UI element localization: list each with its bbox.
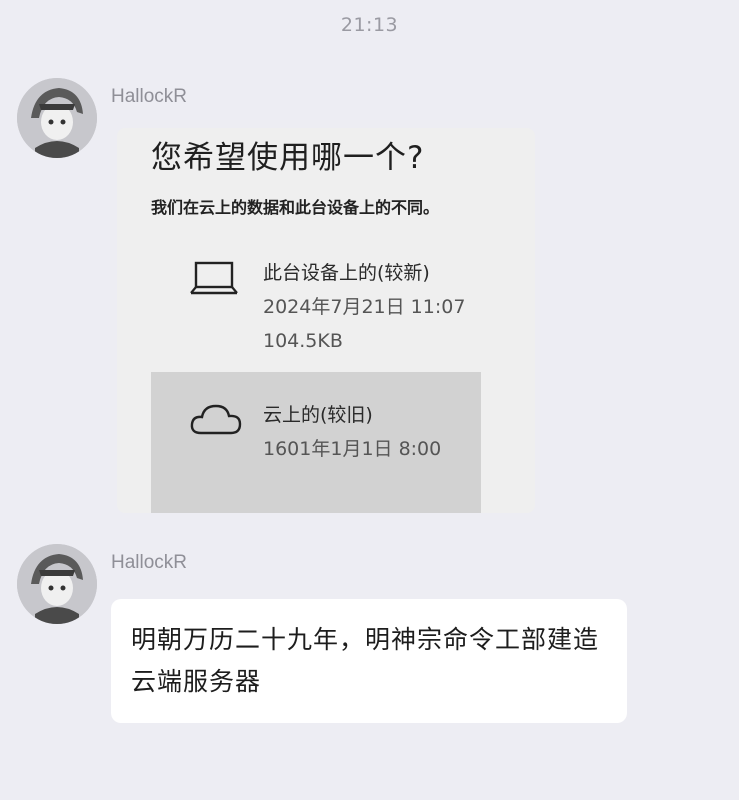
option-size: 104.5KB (263, 330, 343, 352)
timestamp: 21:13 (340, 14, 399, 36)
avatar[interactable] (17, 544, 97, 624)
avatar[interactable] (17, 78, 97, 158)
image-message[interactable]: 您希望使用哪一个? 我们在云上的数据和此台设备上的不同。 此台设备上的(较新) … (117, 128, 535, 513)
option-label: 云上的(较旧) (263, 404, 373, 426)
dialog-subtitle: 我们在云上的数据和此台设备上的不同。 (151, 198, 440, 217)
text-message-bubble[interactable]: 明朝万历二十九年，明神宗命令工部建造云端服务器 (111, 599, 627, 723)
option-date: 1601年1月1日 8:00 (263, 438, 442, 460)
message-text: 明朝万历二十九年，明神宗命令工部建造云端服务器 (131, 625, 600, 696)
option-cloud: 云上的(较旧) 1601年1月1日 8:00 (151, 372, 481, 513)
dialog-title: 您希望使用哪一个? (151, 140, 425, 176)
option-local-device: 此台设备上的(较新) 2024年7月21日 11:07 104.5KB (151, 246, 481, 354)
sender-name: HallockR (111, 552, 188, 573)
sender-name: HallockR (111, 86, 188, 107)
laptop-icon (189, 260, 239, 300)
option-date: 2024年7月21日 11:07 (263, 296, 466, 318)
cloud-icon (189, 402, 243, 436)
option-label: 此台设备上的(较新) (263, 262, 430, 284)
